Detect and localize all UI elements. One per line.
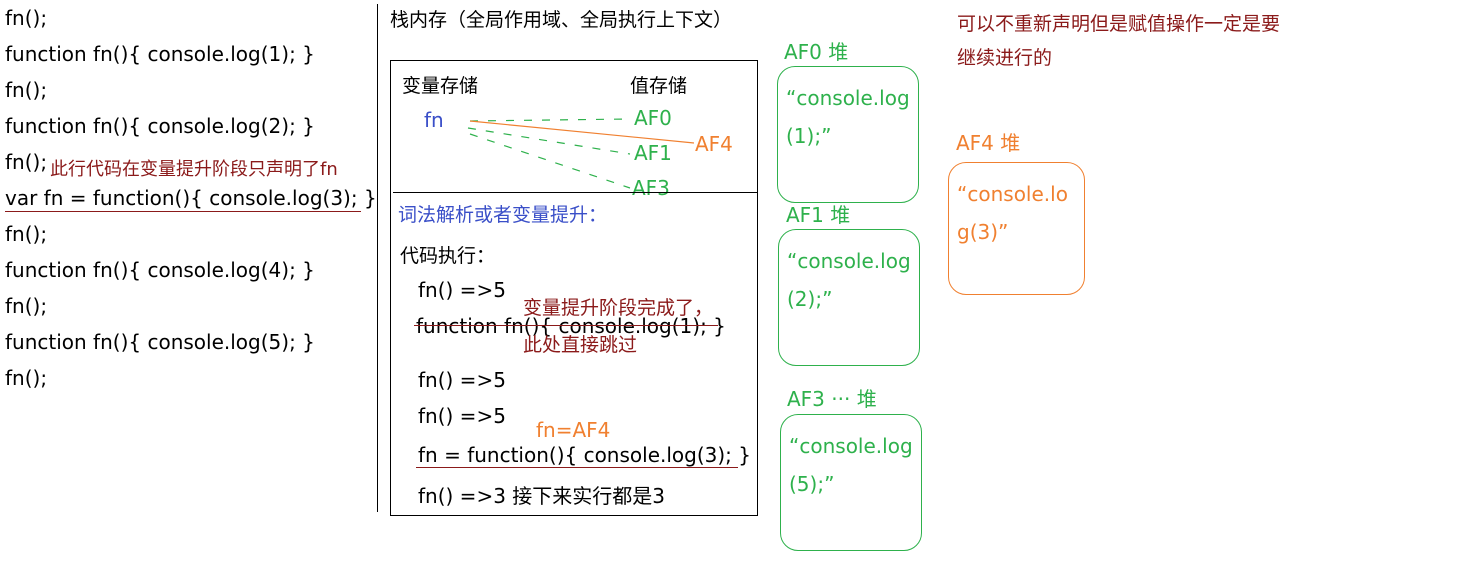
reassign-note: 继续进行的 bbox=[957, 47, 1053, 69]
underline bbox=[416, 467, 738, 468]
lexical-label: 词法解析或者变量提升： bbox=[398, 204, 608, 226]
assign-note: fn=AF4 bbox=[536, 418, 611, 442]
exec-label: 代码执行： bbox=[400, 245, 496, 267]
pointer-af4 bbox=[469, 120, 695, 144]
heap-af3: “console.log(5);” bbox=[780, 414, 922, 551]
strikethrough bbox=[414, 325, 718, 326]
heap-af4-label: AF4 堆 bbox=[956, 131, 1021, 155]
heap-af1: “console.log(2);” bbox=[778, 229, 920, 366]
heap-content: “console.log(1);” bbox=[786, 86, 910, 148]
exec-line: fn = function(){ console.log(3); } bbox=[418, 443, 751, 467]
exec-line: fn() =>5 bbox=[418, 278, 506, 302]
skip-note: 此处直接跳过 bbox=[523, 334, 638, 356]
exec-line: fn() =>5 bbox=[418, 404, 506, 428]
dashed-pointer-af0 bbox=[469, 118, 631, 122]
heap-af1-label: AF1 堆 bbox=[786, 203, 851, 227]
exec-line: fn() =>3 接下来实行都是3 bbox=[418, 484, 666, 508]
exec-line: fn() =>5 bbox=[418, 368, 506, 392]
reassign-note: 可以不重新声明但是赋值操作一定是要 bbox=[957, 13, 1281, 35]
heap-content: “console.log(2);” bbox=[787, 249, 911, 311]
heap-content: “console.log(3)” bbox=[957, 182, 1068, 244]
skip-note: 变量提升阶段完成了， bbox=[523, 297, 714, 319]
stack-divider bbox=[393, 192, 757, 193]
dashed-pointer-af3 bbox=[469, 133, 631, 189]
heap-af0: “console.log(1);” bbox=[777, 66, 919, 203]
heap-af0-label: AF0 堆 bbox=[784, 40, 849, 64]
heap-af4: “console.log(3)” bbox=[948, 162, 1085, 295]
pointer-lines bbox=[467, 118, 695, 189]
heap-content: “console.log(5);” bbox=[789, 434, 913, 496]
heap-af3-label: AF3 ··· 堆 bbox=[787, 387, 877, 411]
